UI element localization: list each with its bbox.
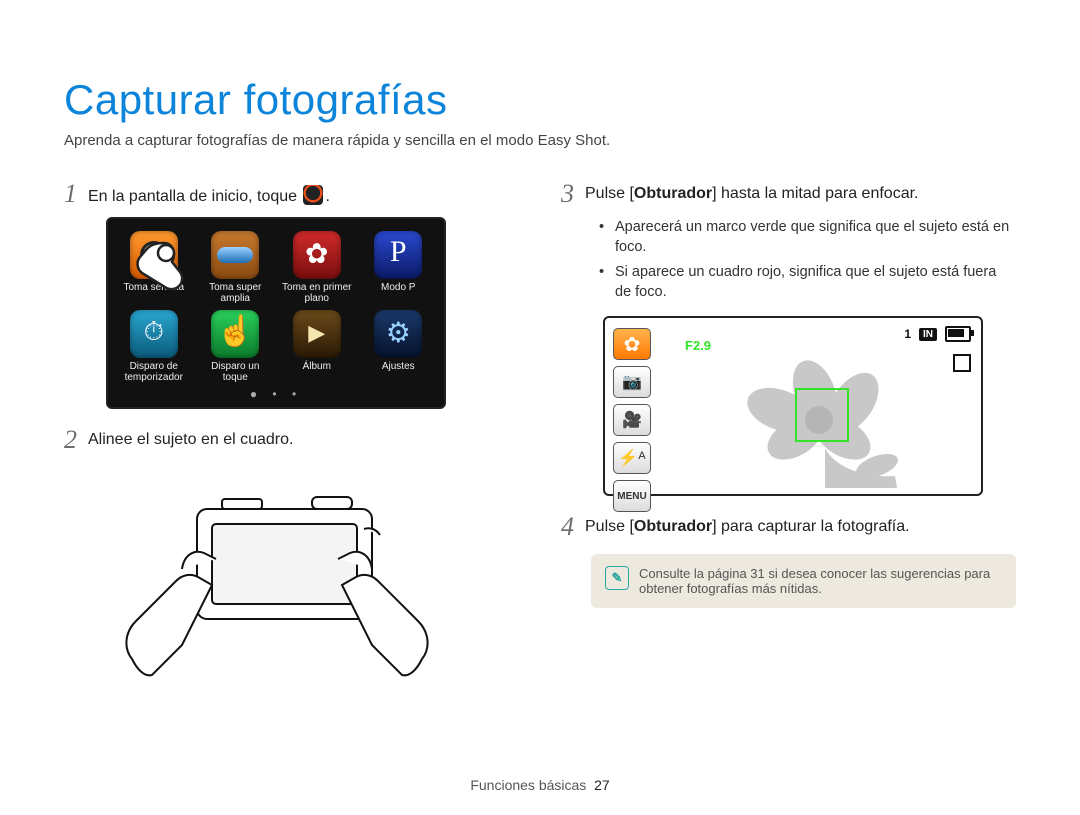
storage-in-badge: IN xyxy=(919,328,937,341)
footer-page-number: 27 xyxy=(594,777,610,793)
app-label: Toma super amplia xyxy=(198,282,274,304)
home-app: Toma en primer plano xyxy=(279,231,355,304)
step-3-bold: Obturador xyxy=(634,185,712,202)
step-1-pre: En la pantalla de inicio, toque xyxy=(88,188,301,205)
page-subtitle: Aprenda a capturar fotografías de manera… xyxy=(64,132,1016,149)
app-icon xyxy=(211,310,259,358)
step-1-post: . xyxy=(325,188,329,205)
step-4-pre: Pulse [ xyxy=(585,518,634,535)
home-app: Modo P xyxy=(361,231,437,304)
app-icon xyxy=(211,231,259,279)
step-number: 3 xyxy=(561,181,585,207)
aperture-value: F2.9 xyxy=(685,338,711,353)
app-label: Álbum xyxy=(303,361,331,383)
step-number: 2 xyxy=(64,427,88,453)
macro-mode-icon: ✿ xyxy=(613,328,651,360)
tip-note: ✎ Consulte la página 31 si desea conocer… xyxy=(591,554,1016,608)
home-screen-illustration: Toma sencilla Toma super ampliaToma en pr… xyxy=(106,217,446,409)
holding-camera-illustration xyxy=(112,469,442,679)
app-icon xyxy=(374,231,422,279)
left-column: 1 En la pantalla de inicio, toque . Toma… xyxy=(64,175,519,679)
easy-shot-icon xyxy=(303,185,323,205)
step-text: Pulse [Obturador] para capturar la fotog… xyxy=(585,518,910,536)
bullet-item: Si aparece un cuadro rojo, significa que… xyxy=(599,262,1016,303)
app-icon xyxy=(130,310,178,358)
flash-auto-icon: ⚡ᴬ xyxy=(613,442,651,474)
app-label: Toma en primer plano xyxy=(279,282,355,304)
app-label: Disparo un toque xyxy=(198,361,274,383)
battery-icon xyxy=(945,326,971,342)
shots-remaining: 1 xyxy=(904,327,911,341)
app-label: Toma sencilla xyxy=(123,282,184,304)
focus-bullets: Aparecerá un marco verde que significa q… xyxy=(599,217,1016,302)
page-footer: Funciones básicas 27 xyxy=(0,777,1080,793)
step-text: En la pantalla de inicio, toque . xyxy=(88,185,330,206)
app-icon xyxy=(130,231,178,279)
video-mode-icon: 🎥 xyxy=(613,404,651,436)
app-icon xyxy=(293,310,341,358)
page-title: Capturar fotografías xyxy=(64,76,1016,124)
page-indicator-dots: ● • • xyxy=(116,387,436,401)
app-label: Ajustes xyxy=(382,361,415,383)
bullet-item: Aparecerá un marco verde que significa q… xyxy=(599,217,1016,258)
step-4-bold: Obturador xyxy=(634,518,712,535)
home-app: Toma sencilla xyxy=(116,231,192,304)
photo-mode-icon: 📷 xyxy=(613,366,651,398)
app-icon xyxy=(293,231,341,279)
camera-lcd-illustration: ✿ 📷 🎥 ⚡ᴬ MENU F2.9 xyxy=(603,316,983,496)
step-3-pre: Pulse [ xyxy=(585,185,634,202)
info-icon: ✎ xyxy=(605,566,629,590)
app-label: Modo P xyxy=(381,282,415,304)
right-column: 3 Pulse [Obturador] hasta la mitad para … xyxy=(561,175,1016,679)
focus-frame-green xyxy=(795,388,849,442)
tip-note-text: Consulte la página 31 si desea conocer l… xyxy=(639,566,1002,596)
step-4: 4 Pulse [Obturador] para capturar la fot… xyxy=(561,514,1016,540)
step-4-post: ] para capturar la fotografía. xyxy=(712,518,909,535)
step-1: 1 En la pantalla de inicio, toque . xyxy=(64,181,519,207)
step-3-post: ] hasta la mitad para enfocar. xyxy=(712,185,918,202)
footer-section: Funciones básicas xyxy=(470,777,586,793)
step-number: 4 xyxy=(561,514,585,540)
home-app: Álbum xyxy=(279,310,355,383)
step-2: 2 Alinee el sujeto en el cuadro. xyxy=(64,427,519,453)
home-app: Ajustes xyxy=(361,310,437,383)
step-3: 3 Pulse [Obturador] hasta la mitad para … xyxy=(561,181,1016,207)
step-text: Alinee el sujeto en el cuadro. xyxy=(88,431,293,449)
app-label: Disparo de temporizador xyxy=(116,361,192,383)
resolution-icon xyxy=(953,354,971,372)
home-app: Disparo un toque xyxy=(198,310,274,383)
menu-button-icon: MENU xyxy=(613,480,651,512)
app-icon xyxy=(374,310,422,358)
home-app: Toma super amplia xyxy=(198,231,274,304)
step-text: Pulse [Obturador] hasta la mitad para en… xyxy=(585,185,918,203)
home-app: Disparo de temporizador xyxy=(116,310,192,383)
step-number: 1 xyxy=(64,181,88,207)
